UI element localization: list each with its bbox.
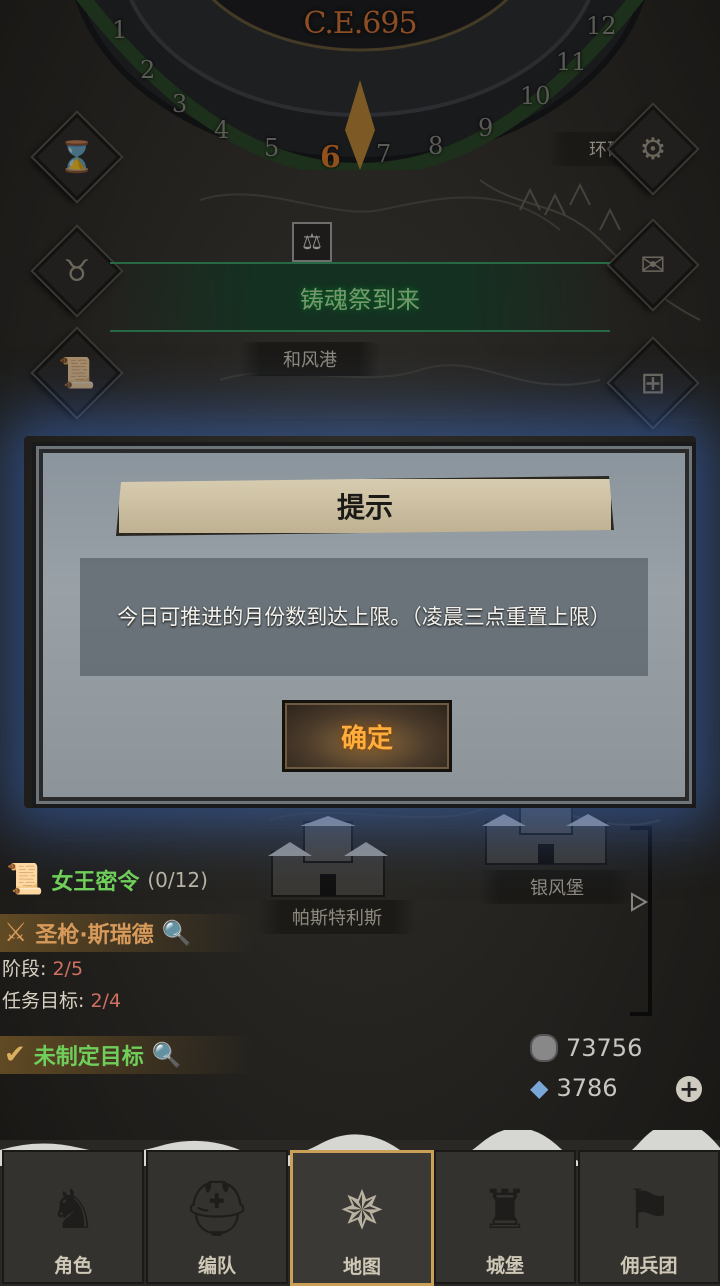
crossed-swords-icon: ⚔ [4, 918, 28, 948]
castle-icon: ♜ [480, 1178, 530, 1241]
target-check-icon: ✔ [4, 1040, 26, 1070]
queen-order-quest[interactable]: 📜 女王密令 (0/12) [6, 862, 208, 897]
notice-dialog: 提示 今日可推进的月份数到达上限。（凌晨三点重置上限） 确定 [32, 442, 696, 808]
nav-tab-castle[interactable]: ♜ 城堡 [434, 1150, 576, 1284]
nav-label-castle: 城堡 [485, 1255, 524, 1277]
queen-order-progress: (0/12) [147, 867, 208, 892]
main-quest-name: 圣枪·斯瑞德 [35, 923, 154, 948]
coin-amount: 73756 [566, 1034, 643, 1062]
crystal-counter: ◆ 3786 [530, 1074, 618, 1102]
nav-label-mercenary: 佣兵团 [620, 1255, 678, 1277]
nav-tab-character[interactable]: ♞ 角色 [2, 1150, 144, 1284]
confirm-button[interactable]: 确定 [282, 700, 452, 772]
helmet-icon: ⛑ [182, 1177, 252, 1240]
nav-label-formation: 编队 [197, 1255, 236, 1277]
crystal-amount: 3786 [556, 1074, 618, 1102]
unset-target-label: 未制定目标 [33, 1045, 144, 1070]
nav-label-map: 地图 [342, 1256, 381, 1278]
banner-icon: ⚑ [624, 1178, 674, 1241]
nav-tab-map[interactable]: ✵ 地图 [290, 1150, 434, 1286]
stage-label: 阶段: [2, 958, 47, 980]
search-icon[interactable]: 🔍 [152, 1041, 182, 1069]
coin-counter: 73756 [530, 1034, 642, 1062]
stage-value: 2/5 [52, 958, 84, 980]
dialog-title: 提示 [336, 491, 393, 524]
dialog-title-plate: 提示 [116, 476, 614, 536]
dialog-message: 今日可推进的月份数到达上限。（凌晨三点重置上限） [117, 605, 611, 629]
target-label: 任务目标: [2, 990, 85, 1012]
nav-tab-formation[interactable]: ⛑ 编队 [146, 1150, 288, 1284]
add-crystal-button[interactable]: + [676, 1076, 702, 1102]
main-quest-header[interactable]: ⚔ 圣枪·斯瑞德 🔍 [0, 914, 254, 952]
scroll-quest-icon: 📜 [6, 862, 44, 897]
compass-icon: ✵ [339, 1179, 385, 1242]
main-quest-stage: 阶段: 2/5 [2, 954, 83, 981]
dialog-message-box: 今日可推进的月份数到达上限。（凌晨三点重置上限） [80, 558, 648, 676]
coin-icon [530, 1034, 558, 1062]
search-icon[interactable]: 🔍 [162, 919, 192, 947]
crystal-icon: ◆ [530, 1074, 549, 1102]
main-quest-target: 任务目标: 2/4 [2, 986, 121, 1013]
unset-target-row[interactable]: ✔ 未制定目标 🔍 [0, 1036, 254, 1074]
knight-icon: ♞ [48, 1178, 98, 1241]
nav-label-character: 角色 [53, 1255, 92, 1277]
target-value: 2/4 [90, 990, 122, 1012]
queen-order-label: 女王密令 [51, 869, 140, 895]
confirm-button-label: 确定 [340, 723, 393, 754]
nav-tab-mercenary[interactable]: ⚑ 佣兵团 [578, 1150, 720, 1284]
